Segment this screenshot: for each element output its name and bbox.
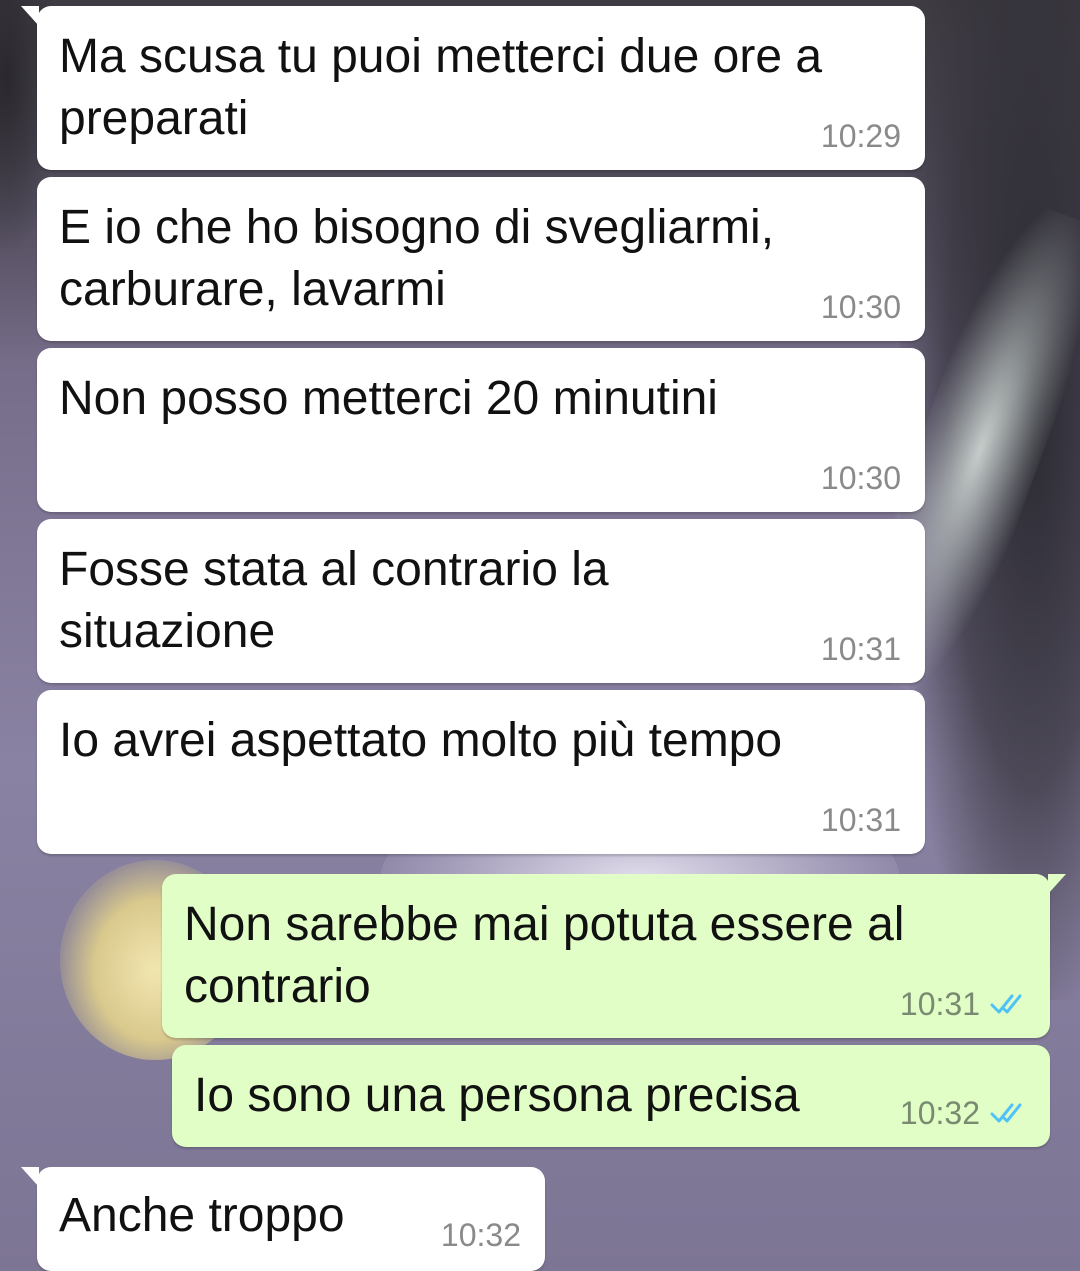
message-bubble-incoming[interactable]: Fosse stata al contrario la situazione 1… <box>37 519 925 683</box>
message-text: Non sarebbe mai potuta essere al contrar… <box>184 898 905 1013</box>
message-time: 10:30 <box>820 289 901 325</box>
message-text: Non posso metterci 20 minutini <box>59 372 718 425</box>
message-text: Io sono una persona precisa <box>194 1069 800 1122</box>
message-time: 10:31 <box>899 986 980 1022</box>
double-check-read-icon <box>990 1103 1022 1123</box>
message-text: E io che ho bisogno di svegliarmi, carbu… <box>59 201 775 316</box>
message-bubble-incoming[interactable]: Io avrei aspettato molto più tempo 10:31 <box>37 690 925 854</box>
message-bubble-outgoing[interactable]: Non sarebbe mai potuta essere al contrar… <box>162 874 1066 1038</box>
message-time: 10:29 <box>820 118 901 154</box>
message-bubble-outgoing[interactable]: Io sono una persona precisa 10:32 <box>172 1045 1050 1147</box>
message-bubble-incoming[interactable]: Anche troppo 10:32 <box>21 1167 545 1271</box>
message-bubble-incoming[interactable]: Ma scusa tu puoi metterci due ore a prep… <box>21 6 925 170</box>
message-bubble-incoming[interactable]: Non posso metterci 20 minutini 10:30 <box>37 348 925 512</box>
message-time: 10:30 <box>820 460 901 496</box>
message-text: Ma scusa tu puoi metterci due ore a prep… <box>59 30 823 145</box>
message-time: 10:31 <box>820 802 901 838</box>
message-text: Anche troppo <box>59 1189 345 1242</box>
message-text: Io avrei aspettato molto più tempo <box>59 714 783 767</box>
message-time: 10:32 <box>899 1095 980 1131</box>
message-bubble-incoming[interactable]: E io che ho bisogno di svegliarmi, carbu… <box>37 177 925 341</box>
message-time: 10:32 <box>440 1217 521 1253</box>
message-time: 10:31 <box>820 631 901 667</box>
message-text: Fosse stata al contrario la situazione <box>59 543 609 658</box>
double-check-read-icon <box>990 994 1022 1014</box>
